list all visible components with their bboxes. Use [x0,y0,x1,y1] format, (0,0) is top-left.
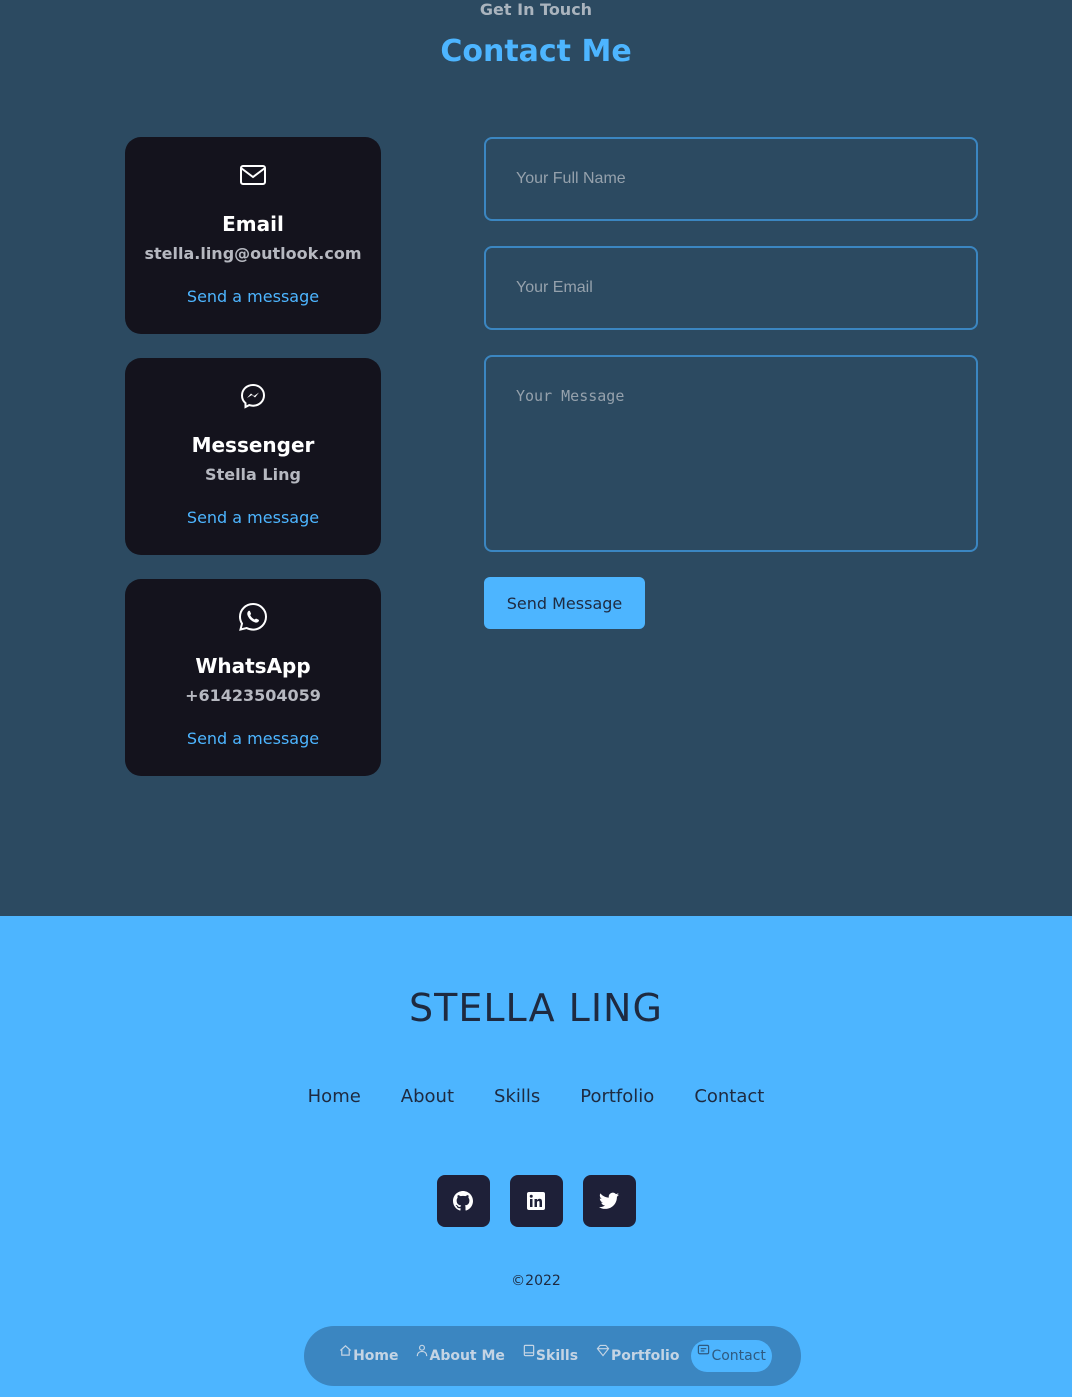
card-value: stella.ling@outlook.com [144,244,362,263]
contact-section: Get In Touch Contact Me Email stella.lin… [0,0,1072,916]
section-title: Contact Me [440,34,632,69]
twitter-icon [599,1192,619,1209]
messenger-icon [125,380,381,412]
copyright: ©2022 [511,1273,561,1289]
nav-item-portfolio[interactable]: Portfolio [590,1340,685,1372]
portfolio-icon [596,1344,610,1357]
send-message-link[interactable]: Send a message [125,287,381,306]
footer-link-home[interactable]: Home [308,1086,361,1107]
nav-item-about[interactable]: About Me [410,1340,510,1372]
mail-icon [125,159,381,191]
send-message-link[interactable]: Send a message [125,508,381,527]
footer: STELLA LING Home About Skills Portfolio … [0,916,1072,1397]
nav-label: Skills [535,1348,579,1364]
footer-link-about[interactable]: About [401,1086,454,1107]
linkedin-icon [527,1192,545,1210]
card-value: +61423504059 [185,686,321,705]
message-icon [698,1344,710,1355]
user-icon [417,1344,428,1357]
footer-link-contact[interactable]: Contact [694,1086,764,1107]
card-name: WhatsApp [195,654,311,678]
email-input[interactable] [484,246,978,330]
card-name: Messenger [191,433,315,457]
nav-label: Portfolio [611,1348,680,1364]
send-message-link[interactable]: Send a message [125,729,381,748]
social-links [0,1175,1072,1227]
nav-item-home[interactable]: Home [333,1340,404,1372]
home-icon [340,1345,352,1356]
message-textarea[interactable] [484,355,978,552]
card-value: Stella Ling [205,465,301,484]
footer-brand[interactable]: STELLA LING [0,986,1072,1030]
full-name-input[interactable] [484,137,978,221]
contact-card-email: Email stella.ling@outlook.com Send a mes… [125,137,381,334]
card-name: Email [222,212,284,236]
contact-card-whatsapp: WhatsApp +61423504059 Send a message [125,579,381,776]
nav-item-skills[interactable]: Skills [517,1340,584,1372]
footer-link-skills[interactable]: Skills [494,1086,540,1107]
nav-item-contact[interactable]: Contact [691,1340,772,1372]
footer-link-portfolio[interactable]: Portfolio [580,1086,654,1107]
floating-nav: Home About Me Skills Portfolio Contact [304,1326,801,1386]
footer-nav: Home About Skills Portfolio Contact [0,1086,1072,1107]
github-button[interactable] [436,1175,490,1227]
contact-card-messenger: Messenger Stella Ling Send a message [125,358,381,555]
nav-label: Contact [711,1348,766,1364]
nav-label: Home [353,1348,399,1364]
whatsapp-icon [125,601,381,633]
twitter-button[interactable] [582,1175,636,1227]
section-subtitle: Get In Touch [479,0,593,19]
send-message-button[interactable]: Send Message [484,577,645,629]
linkedin-button[interactable] [509,1175,563,1227]
github-icon [453,1191,473,1211]
book-icon [523,1344,535,1357]
nav-label: About Me [429,1348,505,1364]
